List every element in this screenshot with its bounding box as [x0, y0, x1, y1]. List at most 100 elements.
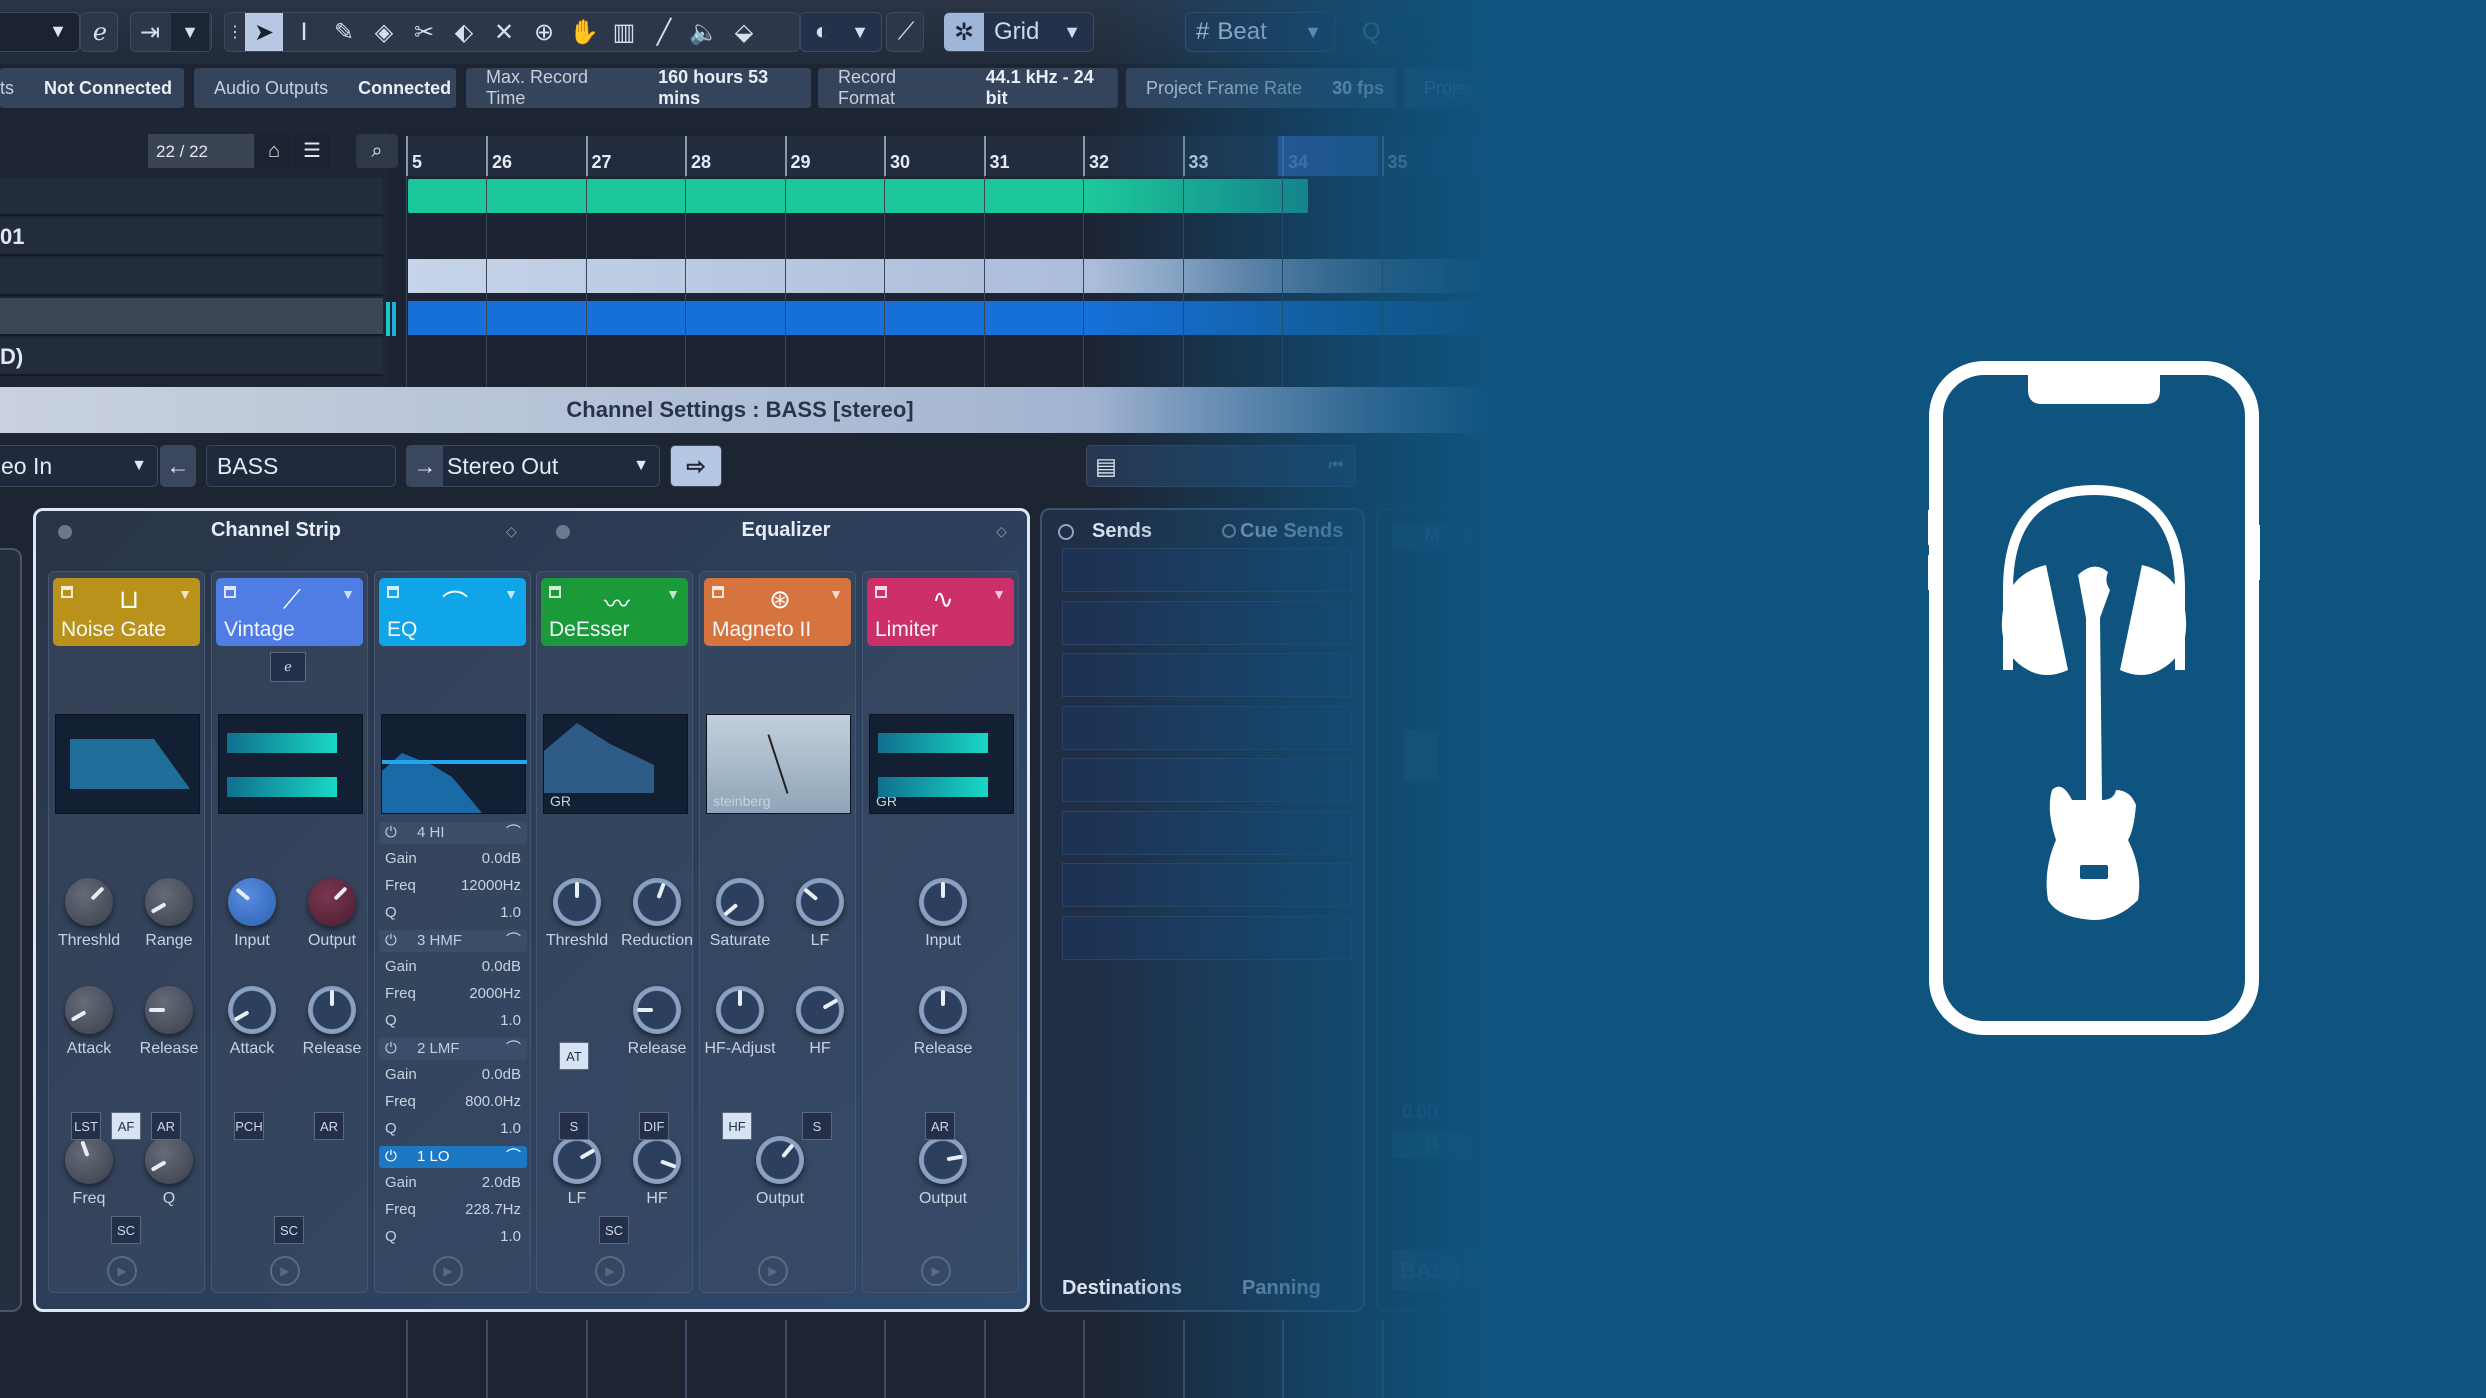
- sidechain-button[interactable]: SC: [599, 1216, 629, 1244]
- eq-param-gain[interactable]: Gain 0.0dB: [385, 1066, 521, 1083]
- strip-power-icon[interactable]: [58, 525, 72, 539]
- module-activate-icon[interactable]: ▶: [107, 1256, 137, 1286]
- send-slot[interactable]: [1062, 600, 1352, 645]
- eq-param-freq[interactable]: Freq 12000Hz: [385, 877, 521, 894]
- bypass-icon[interactable]: [387, 586, 399, 598]
- tab-panning[interactable]: Panning: [1242, 1277, 1321, 1300]
- autoscroll-icon[interactable]: ⇥: [131, 13, 169, 51]
- param-value[interactable]: 2.0dB: [482, 1174, 521, 1191]
- toggle-ar[interactable]: AR: [314, 1112, 344, 1140]
- plugin-header[interactable]: ▼ ∿ Limiter: [867, 578, 1014, 646]
- plugin-header[interactable]: ▼ 〰 DeEsser: [541, 578, 688, 646]
- comp-tool-icon[interactable]: ▥: [605, 13, 643, 51]
- param-value[interactable]: 228.7Hz: [465, 1201, 521, 1218]
- send-slot[interactable]: [1062, 810, 1352, 855]
- eq-band-header[interactable]: ⏻ 3 HMF ⌒: [379, 930, 527, 952]
- knob-hf[interactable]: [796, 986, 844, 1034]
- module-activate-icon[interactable]: ▶: [921, 1256, 951, 1286]
- knob-output[interactable]: [756, 1136, 804, 1184]
- send-slot[interactable]: [1062, 915, 1352, 960]
- knob-input[interactable]: [228, 878, 276, 926]
- knob-range[interactable]: [145, 878, 193, 926]
- chevron-down-icon[interactable]: ▼: [829, 586, 843, 602]
- eq-param-gain[interactable]: Gain 0.0dB: [385, 958, 521, 975]
- bypass-icon[interactable]: [549, 586, 561, 598]
- send-slot[interactable]: [1062, 653, 1352, 697]
- snap-zero-button[interactable]: ⟋: [886, 12, 924, 52]
- sidechain-button[interactable]: SC: [111, 1216, 141, 1244]
- module-activate-icon[interactable]: ▶: [595, 1256, 625, 1286]
- autoscroll-dropdown-icon[interactable]: ▼: [171, 13, 209, 51]
- band-shape-icon[interactable]: ⌒: [506, 1146, 521, 1168]
- routing-direct-button[interactable]: ⇨: [670, 445, 722, 487]
- knob-attack[interactable]: [228, 986, 276, 1034]
- snap-type-dropdown[interactable]: ✲ Grid ▼: [944, 12, 1094, 52]
- knob-lf[interactable]: [796, 878, 844, 926]
- knob-release[interactable]: [633, 986, 681, 1034]
- chevron-down-icon[interactable]: ▼: [178, 586, 192, 602]
- sends-power-icon[interactable]: [1058, 524, 1074, 540]
- cue-sends-power-icon[interactable]: [1222, 524, 1236, 538]
- eq-band-header[interactable]: ⏻ 4 HI ⌒: [379, 822, 527, 844]
- param-value[interactable]: 0.0dB: [482, 1066, 521, 1083]
- bypass-icon[interactable]: [224, 586, 236, 598]
- plugin-header[interactable]: ▼ ⟋ Vintage: [216, 578, 363, 646]
- param-value[interactable]: 0.0dB: [482, 850, 521, 867]
- toggle-lst[interactable]: LST: [71, 1112, 101, 1140]
- band-power-icon[interactable]: ⏻: [385, 822, 397, 844]
- toggle-s[interactable]: S: [802, 1112, 832, 1140]
- rewind-icon[interactable]: ⏮: [1329, 457, 1343, 475]
- sidechain-button[interactable]: SC: [274, 1216, 304, 1244]
- band-shape-icon[interactable]: ⌒: [506, 1038, 521, 1060]
- preset-dropdown[interactable]: ▼: [0, 12, 80, 52]
- color-menu[interactable]: ◐ ▼: [800, 12, 882, 52]
- band-power-icon[interactable]: ⏻: [385, 930, 397, 952]
- knob-saturate[interactable]: [716, 878, 764, 926]
- toggle-at[interactable]: AT: [559, 1042, 589, 1070]
- band-power-icon[interactable]: ⏻: [385, 1038, 397, 1060]
- auto-scroll-group[interactable]: ⇥ ▼: [130, 12, 212, 52]
- toggle-ar[interactable]: AR: [151, 1112, 181, 1140]
- toggle-ar[interactable]: AR: [925, 1112, 955, 1140]
- chevron-down-icon[interactable]: ▼: [666, 586, 680, 602]
- knob-reduction[interactable]: [633, 878, 681, 926]
- eq-param-gain[interactable]: Gain 2.0dB: [385, 1174, 521, 1191]
- eq-param-gain[interactable]: Gain 0.0dB: [385, 850, 521, 867]
- object-selection-tool-icon[interactable]: ➤: [245, 13, 283, 51]
- vintage-mode-button[interactable]: ℯ: [270, 652, 306, 682]
- knob-threshld[interactable]: [65, 878, 113, 926]
- knob-release[interactable]: [919, 986, 967, 1034]
- knob-q[interactable]: [145, 1136, 193, 1184]
- toggle-s[interactable]: S: [559, 1112, 589, 1140]
- send-slot[interactable]: [1062, 705, 1352, 750]
- send-slot[interactable]: [1062, 863, 1352, 907]
- chevron-down-icon[interactable]: ▼: [341, 586, 355, 602]
- band-shape-icon[interactable]: ⌒: [506, 930, 521, 952]
- zoom-tool-icon[interactable]: ⊕: [525, 13, 563, 51]
- grid-type-dropdown[interactable]: # Beat ▼: [1185, 12, 1335, 52]
- mute-button[interactable]: M: [1392, 524, 1472, 550]
- eq-param-freq[interactable]: Freq 228.7Hz: [385, 1201, 521, 1218]
- tab-equalizer[interactable]: Equalizer: [576, 511, 996, 549]
- knob-input[interactable]: [919, 878, 967, 926]
- param-value[interactable]: 0.0dB: [482, 958, 521, 975]
- knob-release[interactable]: [308, 986, 356, 1034]
- eq-param-q[interactable]: Q 1.0: [385, 1228, 521, 1245]
- eq-param-q[interactable]: Q 1.0: [385, 1012, 521, 1029]
- toggle-pch[interactable]: PCH: [234, 1112, 264, 1140]
- plugin-header[interactable]: ▼ ⌒ EQ: [379, 578, 526, 646]
- module-activate-icon[interactable]: ▶: [433, 1256, 463, 1286]
- send-slot[interactable]: [1062, 548, 1352, 592]
- color-tool-icon[interactable]: ⬙: [725, 13, 763, 51]
- param-value[interactable]: 12000Hz: [461, 877, 521, 894]
- hand-tool-icon[interactable]: ✋: [565, 13, 603, 51]
- bypass-icon[interactable]: [875, 586, 887, 598]
- knob-release[interactable]: [145, 986, 193, 1034]
- bypass-icon[interactable]: [712, 586, 724, 598]
- tab-channel-strip[interactable]: Channel Strip: [76, 511, 476, 549]
- channel-name-field[interactable]: BASS: [206, 445, 396, 487]
- band-power-icon[interactable]: ⏻: [385, 1146, 397, 1168]
- eq-band-header[interactable]: ⏻ 1 LO ⌒: [379, 1146, 527, 1168]
- quantize-dropdown[interactable]: Q: [1345, 12, 1485, 52]
- range-selection-tool-icon[interactable]: Ⅰ: [285, 13, 323, 51]
